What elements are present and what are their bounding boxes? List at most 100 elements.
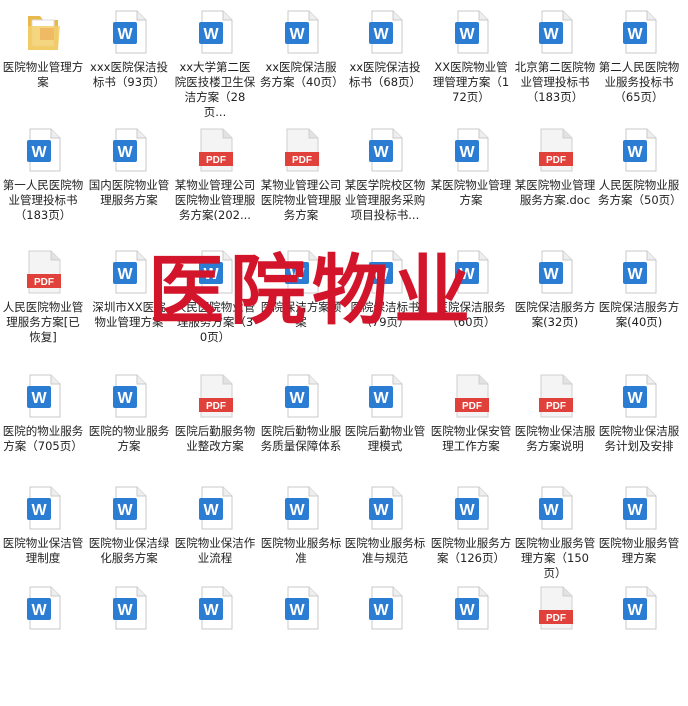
file-item[interactable]: W 人民医院物业服务方案（50页） <box>598 128 682 248</box>
file-item[interactable]: W 医院保洁服务方案(40页) <box>598 250 680 370</box>
word-doc-icon: W <box>454 10 490 54</box>
word-doc-icon: W <box>622 250 658 294</box>
file-item[interactable]: Wxx医院保洁服务方案（40页） <box>260 10 344 130</box>
file-label: 医院后勤服务物业整改方案 <box>174 424 256 453</box>
word-doc-icon: W <box>112 486 148 530</box>
svg-text:W: W <box>627 26 643 43</box>
file-item[interactable]: PDF 人民医院物业管理服务方案[已恢复] <box>2 250 84 370</box>
word-doc-icon: W <box>622 586 658 630</box>
svg-text:W: W <box>117 390 133 407</box>
file-item[interactable]: W <box>88 586 170 706</box>
file-label: 医院物业管理方案 <box>2 60 84 89</box>
file-label: 医院物业保洁服务计划及安排 <box>598 424 680 453</box>
file-label: xxx医院保洁投标书（93页） <box>90 60 168 89</box>
svg-text:W: W <box>543 266 559 283</box>
file-item[interactable]: W <box>2 586 84 706</box>
file-label: 某物业管理公司医院物业管理服务方案 <box>260 178 342 222</box>
svg-text:W: W <box>459 26 475 43</box>
file-item[interactable]: W 北京第二医院物业管理投标书（183页） <box>514 10 596 130</box>
svg-text:W: W <box>459 144 475 161</box>
svg-text:W: W <box>289 502 305 519</box>
file-label: xx医院保洁投标书（68页） <box>348 60 422 89</box>
svg-text:W: W <box>203 26 219 43</box>
word-doc-icon: W <box>368 374 404 418</box>
svg-text:W: W <box>627 144 643 161</box>
file-item[interactable]: W <box>598 586 680 706</box>
pdf-file-icon: PDF <box>538 128 574 172</box>
file-item[interactable]: PDF 某医院物业管理服务方案.doc <box>514 128 596 248</box>
word-doc-icon: W <box>622 374 658 418</box>
svg-text:W: W <box>543 502 559 519</box>
file-label: 某物业管理公司医院物业管理服务方案(202... <box>174 178 256 222</box>
file-item[interactable]: W <box>174 586 256 706</box>
file-label: 医院物业保安管理工作方案 <box>430 424 512 453</box>
folder-icon <box>26 10 62 54</box>
word-doc-icon: W <box>112 128 148 172</box>
word-doc-icon: W <box>26 486 62 530</box>
file-item[interactable]: W 医院的物业服务方案（705页） <box>2 374 84 494</box>
file-label: 医院物业服务管理方案（150页） <box>514 536 596 580</box>
file-label: 医院的物业服务方案 <box>88 424 170 453</box>
svg-text:W: W <box>627 602 643 619</box>
file-item[interactable]: W 医院后勤物业管理模式 <box>344 374 426 494</box>
svg-text:W: W <box>627 502 643 519</box>
word-doc-icon: W <box>368 586 404 630</box>
file-label: 医院物业保洁服务方案说明 <box>514 424 596 453</box>
svg-text:W: W <box>289 26 305 43</box>
file-label: 医院后勤物业服务质量保障体系 <box>260 424 342 453</box>
file-item[interactable]: W 医院物业保洁服务计划及安排 <box>598 374 680 494</box>
file-item[interactable]: W XX医院物业管理管理方案（172页） <box>430 10 512 130</box>
svg-text:W: W <box>373 502 389 519</box>
pdf-file-icon: PDF <box>538 374 574 418</box>
file-item[interactable]: W 某医学院校区物业管理服务采购项目投标书... <box>344 128 426 248</box>
word-doc-icon: W <box>622 486 658 530</box>
word-doc-icon: W <box>454 586 490 630</box>
file-item[interactable]: W <box>430 586 512 706</box>
word-doc-icon: W <box>198 10 234 54</box>
file-item[interactable]: PDF 某物业管理公司医院物业管理服务方案 <box>260 128 342 248</box>
file-item[interactable]: W <box>260 586 342 706</box>
file-label: xx医院保洁服务方案（40页） <box>260 60 344 89</box>
svg-text:W: W <box>117 26 133 43</box>
file-label: 北京第二医院物业管理投标书（183页） <box>514 60 596 104</box>
word-doc-icon: W <box>284 10 320 54</box>
svg-text:W: W <box>373 602 389 619</box>
file-item[interactable]: PDF 某物业管理公司医院物业管理服务方案(202... <box>174 128 256 248</box>
word-doc-icon: W <box>112 586 148 630</box>
file-label: 国内医院物业管理服务方案 <box>88 178 170 207</box>
file-item[interactable]: PDF 医院物业保安管理工作方案 <box>430 374 512 494</box>
file-label: 医院物业保洁绿化服务方案 <box>88 536 170 565</box>
word-doc-icon: W <box>198 586 234 630</box>
file-item[interactable]: W 医院的物业服务方案 <box>88 374 170 494</box>
word-doc-icon: W <box>284 486 320 530</box>
file-label: 某医院物业管理方案 <box>430 178 512 207</box>
file-item[interactable]: PDF <box>514 586 596 706</box>
svg-text:W: W <box>31 602 47 619</box>
file-item[interactable]: W 第一人民医院物业管理投标书（183页） <box>2 128 84 248</box>
file-item[interactable]: Wxx大学第二医院医技楼卫生保洁方案（28页... <box>174 10 256 130</box>
word-doc-icon: W <box>622 128 658 172</box>
file-label: 医院物业服务标准 <box>260 536 342 565</box>
file-label: 医院物业服务管理方案 <box>598 536 680 565</box>
word-doc-icon: W <box>622 10 658 54</box>
file-item[interactable]: W 医院后勤物业服务质量保障体系 <box>260 374 342 494</box>
file-label: 医院物业服务标准与规范 <box>344 536 426 565</box>
file-item[interactable]: W 医院保洁服务方案(32页) <box>514 250 596 370</box>
file-item[interactable]: Wxxx医院保洁投标书（93页） <box>88 10 170 130</box>
file-item[interactable]: W 某医院物业管理方案 <box>430 128 512 248</box>
file-item[interactable]: W 第二人民医院物业服务投标书（65页） <box>598 10 680 130</box>
file-item[interactable]: PDF 医院物业保洁服务方案说明 <box>514 374 596 494</box>
svg-text:W: W <box>117 144 133 161</box>
svg-text:W: W <box>373 390 389 407</box>
svg-text:W: W <box>203 602 219 619</box>
file-item[interactable]: PDF 医院后勤服务物业整改方案 <box>174 374 256 494</box>
word-doc-icon: W <box>538 250 574 294</box>
svg-text:PDF: PDF <box>34 277 54 288</box>
word-doc-icon: W <box>284 374 320 418</box>
file-item[interactable]: 医院物业管理方案 <box>2 10 84 130</box>
svg-text:PDF: PDF <box>292 155 312 166</box>
pdf-file-icon: PDF <box>198 374 234 418</box>
file-item[interactable]: Wxx医院保洁投标书（68页） <box>344 10 426 130</box>
file-item[interactable]: W <box>344 586 426 706</box>
file-item[interactable]: W 国内医院物业管理服务方案 <box>88 128 170 248</box>
